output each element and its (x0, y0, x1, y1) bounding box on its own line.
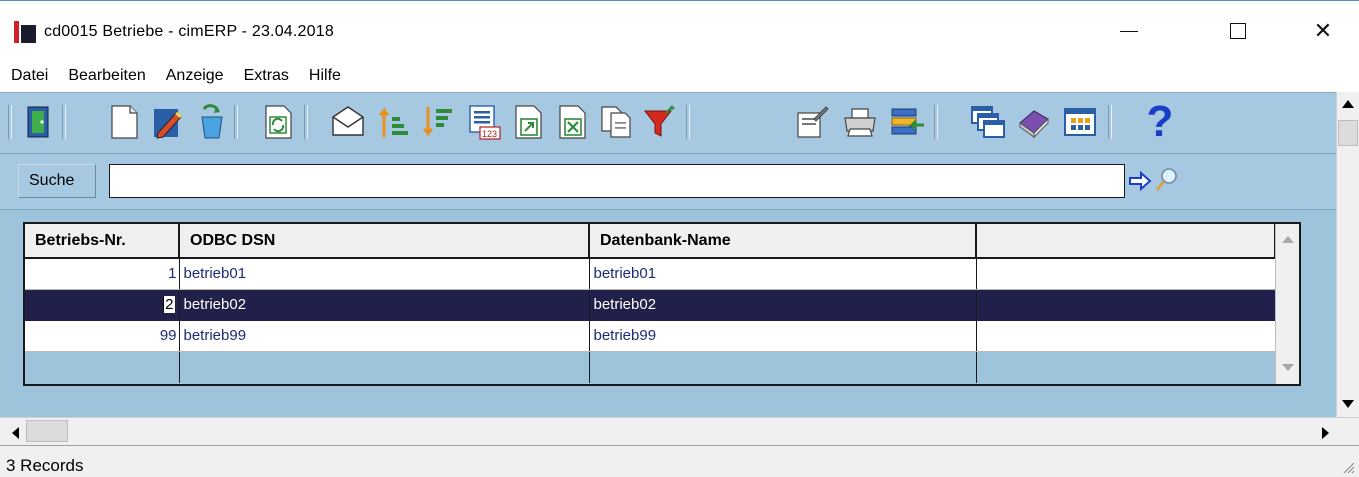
cell-empty[interactable] (25, 351, 180, 383)
magnifier-icon[interactable] (1154, 166, 1180, 194)
cell-edit-caret[interactable]: 2 (163, 296, 175, 313)
numbered-list-icon[interactable]: 123 (466, 103, 502, 141)
refresh-icon[interactable] (260, 103, 296, 141)
toolbar: 123 ? (0, 92, 1336, 154)
column-header-odbc-dsn[interactable]: ODBC DSN (179, 224, 590, 259)
new-document-icon[interactable] (106, 103, 142, 141)
toolbar-separator (686, 105, 690, 139)
column-header-datenbank-name[interactable]: Datenbank-Name (589, 224, 977, 259)
scroll-left-icon[interactable] (12, 427, 19, 439)
mail-envelope-icon[interactable] (330, 103, 366, 141)
hscroll-thumb[interactable] (26, 420, 68, 442)
scroll-down-icon[interactable] (1342, 400, 1354, 408)
cell-odbc-dsn[interactable]: betrieb01 (179, 258, 590, 290)
book-icon[interactable] (1016, 103, 1052, 141)
column-header-empty[interactable] (976, 224, 1276, 259)
column-header-betriebs-nr[interactable]: Betriebs-Nr. (25, 224, 180, 259)
app-logo-icon (14, 21, 36, 43)
search-label: Suche (18, 164, 96, 198)
cell-betriebs-nr[interactable]: 1 (25, 258, 180, 290)
record-count: 3 Records (6, 456, 84, 475)
cell-empty[interactable] (179, 351, 590, 383)
cell-odbc-dsn[interactable]: betrieb99 (179, 320, 590, 352)
cell-datenbank-name[interactable]: betrieb02 (589, 289, 977, 321)
export-document-icon[interactable] (510, 103, 546, 141)
table-row[interactable]: 99 betrieb99 betrieb99 (25, 320, 1276, 352)
cell-extra[interactable] (976, 320, 1276, 352)
window-title: cd0015 Betriebe - cimERP - 23.04.2018 (44, 23, 334, 40)
arrow-right-icon[interactable] (1128, 170, 1152, 192)
content-area: Betriebs-Nr. ODBC DSN Datenbank-Name 1 b… (0, 210, 1336, 417)
main-vertical-scrollbar[interactable] (1336, 92, 1359, 417)
table-row[interactable]: 1 betrieb01 betrieb01 (25, 258, 1276, 290)
cell-extra[interactable] (976, 258, 1276, 290)
toolbar-separator (62, 105, 66, 139)
cell-odbc-dsn[interactable]: betrieb02 (179, 289, 590, 321)
resize-grip-icon[interactable] (1341, 460, 1355, 474)
minimize-icon (1120, 30, 1138, 32)
properties-icon[interactable] (794, 103, 830, 141)
help-question-icon[interactable]: ? (1140, 99, 1180, 145)
status-bar: 3 Records (0, 445, 1359, 477)
scroll-right-icon[interactable] (1322, 427, 1329, 439)
sort-ascending-icon[interactable] (376, 103, 412, 141)
cell-extra[interactable] (976, 289, 1276, 321)
toolbar-separator (8, 105, 12, 139)
cell-betriebs-nr[interactable]: 99 (25, 320, 180, 352)
close-button[interactable]: ✕ (1300, 11, 1346, 51)
horizontal-scrollbar[interactable] (0, 417, 1359, 445)
grid-vertical-scrollbar[interactable] (1275, 224, 1299, 384)
maximize-icon (1230, 23, 1246, 39)
sort-descending-icon[interactable] (420, 103, 456, 141)
table-row-selected[interactable]: 2 betrieb02 betrieb02 (25, 289, 1276, 321)
copy-pages-icon[interactable] (598, 103, 634, 141)
copy-recycle-icon[interactable] (192, 103, 228, 141)
menu-hilfe[interactable]: Hilfe (309, 67, 341, 85)
windows-icon[interactable] (970, 103, 1006, 141)
excel-export-icon[interactable] (554, 103, 590, 141)
toolbar-separator (1108, 105, 1112, 139)
search-input[interactable] (109, 164, 1125, 198)
cell-betriebs-nr-editing[interactable]: 2 (25, 289, 180, 321)
cell-datenbank-name[interactable]: betrieb99 (589, 320, 977, 352)
menu-bar: Datei Bearbeiten Anzeige Extras Hilfe (0, 60, 1359, 92)
grid-view-icon[interactable] (1062, 103, 1098, 141)
toolbar-separator (234, 105, 238, 139)
toolbar-separator (934, 105, 938, 139)
grid-scroll-up-icon[interactable] (1282, 236, 1294, 243)
grid-header-row: Betriebs-Nr. ODBC DSN Datenbank-Name (25, 224, 1276, 259)
edit-pencil-icon[interactable] (150, 103, 186, 141)
menu-anzeige[interactable]: Anzeige (166, 67, 224, 85)
scroll-thumb[interactable] (1338, 120, 1358, 146)
cell-datenbank-name[interactable]: betrieb01 (589, 258, 977, 290)
menu-bearbeiten[interactable]: Bearbeiten (68, 67, 145, 85)
minimize-button[interactable] (1106, 11, 1152, 51)
transfer-icon[interactable] (890, 103, 926, 141)
scroll-up-icon[interactable] (1342, 100, 1354, 108)
cell-empty[interactable] (976, 351, 1276, 383)
menu-datei[interactable]: Datei (11, 67, 48, 85)
title-bar: cd0015 Betriebe - cimERP - 23.04.2018 ✕ (0, 0, 1359, 60)
menu-extras[interactable]: Extras (244, 67, 289, 85)
close-icon: ✕ (1313, 18, 1333, 43)
maximize-button[interactable] (1215, 11, 1261, 51)
svg-text:123: 123 (482, 129, 497, 139)
exit-door-icon[interactable] (22, 103, 58, 141)
table-row-empty[interactable] (25, 351, 1276, 383)
grid-scroll-down-icon[interactable] (1282, 364, 1294, 371)
data-grid: Betriebs-Nr. ODBC DSN Datenbank-Name 1 b… (23, 222, 1301, 386)
toolbar-separator (304, 105, 308, 139)
filter-funnel-icon[interactable] (642, 103, 678, 141)
print-icon[interactable] (842, 103, 878, 141)
search-panel: Suche (0, 154, 1336, 210)
cell-empty[interactable] (589, 351, 977, 383)
